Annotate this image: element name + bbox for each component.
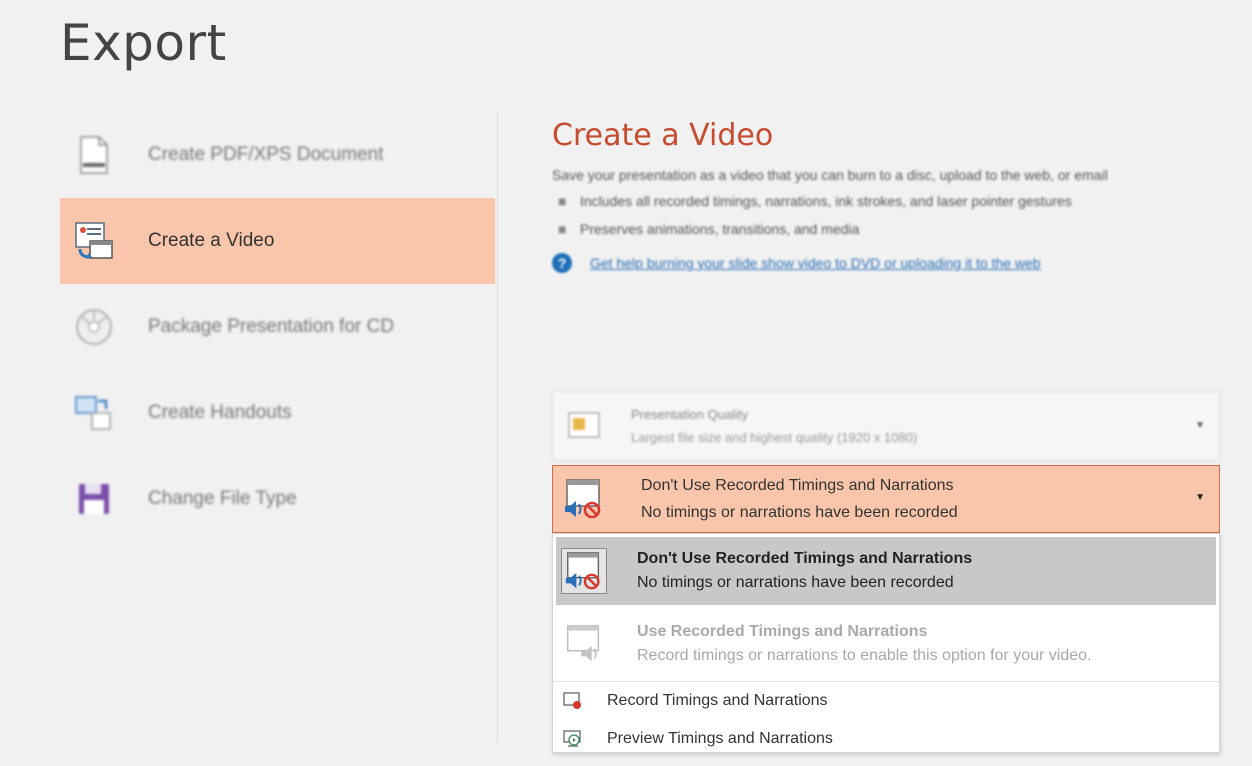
nav-create-pdf[interactable]: Create PDF/XPS Document (60, 112, 495, 198)
presentation-quality-icon (567, 409, 601, 443)
option-use-timings: Use Recorded Timings and Narrations Reco… (553, 609, 1219, 679)
create-video-panel: Create a Video Save your presentation as… (552, 118, 1212, 273)
page-title: Export (60, 14, 227, 72)
section-description: Save your presentation as a video that y… (552, 167, 1108, 183)
chevron-down-icon: ▼ (1195, 492, 1205, 503)
handouts-icon (74, 393, 114, 433)
nav-create-handouts[interactable]: Create Handouts (60, 370, 495, 456)
nav-label: Create Handouts (148, 402, 292, 423)
preview-timings-button[interactable]: Preview Timings and Narrations (553, 720, 1219, 758)
list-item: ■ Preserves animations, transitions, and… (552, 219, 1212, 239)
save-file-icon (74, 479, 114, 519)
bullet-icon: ■ (558, 221, 567, 237)
section-title: Create a Video (552, 118, 774, 153)
list-item: ■ Includes all recorded timings, narrati… (552, 191, 1212, 211)
quality-dropdown[interactable]: Presentation Quality Largest file size a… (552, 391, 1220, 461)
nav-label: Package Presentation for CD (148, 316, 395, 337)
option-subtitle: Record timings or narrations to enable t… (637, 647, 1092, 664)
nav-label: Change File Type (148, 488, 297, 509)
option-subtitle: No timings or narrations have been recor… (637, 574, 954, 591)
option-title: Use Recorded Timings and Narrations (637, 623, 928, 640)
help-row: ? Get help burning your slide show video… (552, 253, 1212, 273)
nav-change-file-type[interactable]: Change File Type (60, 456, 495, 542)
timings-subtitle: No timings or narrations have been recor… (641, 503, 958, 521)
quality-title: Presentation Quality (631, 407, 749, 422)
divider (497, 112, 498, 742)
no-narration-icon (561, 548, 607, 594)
nav-label: Create PDF/XPS Document (148, 144, 384, 165)
option-title: Don't Use Recorded Timings and Narration… (637, 550, 973, 567)
timings-title: Don't Use Recorded Timings and Narration… (641, 476, 954, 494)
preview-icon (563, 729, 583, 749)
bullet-icon: ■ (558, 193, 567, 209)
record-icon (563, 691, 583, 711)
feature-list: ■ Includes all recorded timings, narrati… (552, 191, 1212, 239)
nav-label: Create a Video (148, 230, 275, 251)
timings-dropdown[interactable]: Don't Use Recorded Timings and Narration… (552, 465, 1220, 533)
help-icon: ? (552, 253, 572, 273)
video-icon (74, 221, 114, 261)
export-nav: Create PDF/XPS Document Create a Video P… (60, 112, 495, 542)
quality-subtitle: Largest file size and highest quality (1… (631, 430, 918, 445)
preview-timings-label: Preview Timings and Narrations (607, 730, 833, 747)
pdf-document-icon (74, 135, 114, 175)
option-dont-use-timings[interactable]: Don't Use Recorded Timings and Narration… (556, 537, 1216, 605)
record-timings-button[interactable]: Record Timings and Narrations (553, 682, 1219, 720)
help-link[interactable]: Get help burning your slide show video t… (590, 255, 1041, 271)
nav-package-cd[interactable]: Package Presentation for CD (60, 284, 495, 370)
record-timings-label: Record Timings and Narrations (607, 692, 828, 709)
chevron-down-icon: ▼ (1195, 420, 1205, 431)
cd-icon (74, 307, 114, 347)
no-narration-icon (561, 476, 607, 522)
narration-icon (561, 621, 607, 667)
nav-create-video[interactable]: Create a Video (60, 198, 495, 284)
timings-dropdown-menu: Don't Use Recorded Timings and Narration… (552, 533, 1220, 753)
